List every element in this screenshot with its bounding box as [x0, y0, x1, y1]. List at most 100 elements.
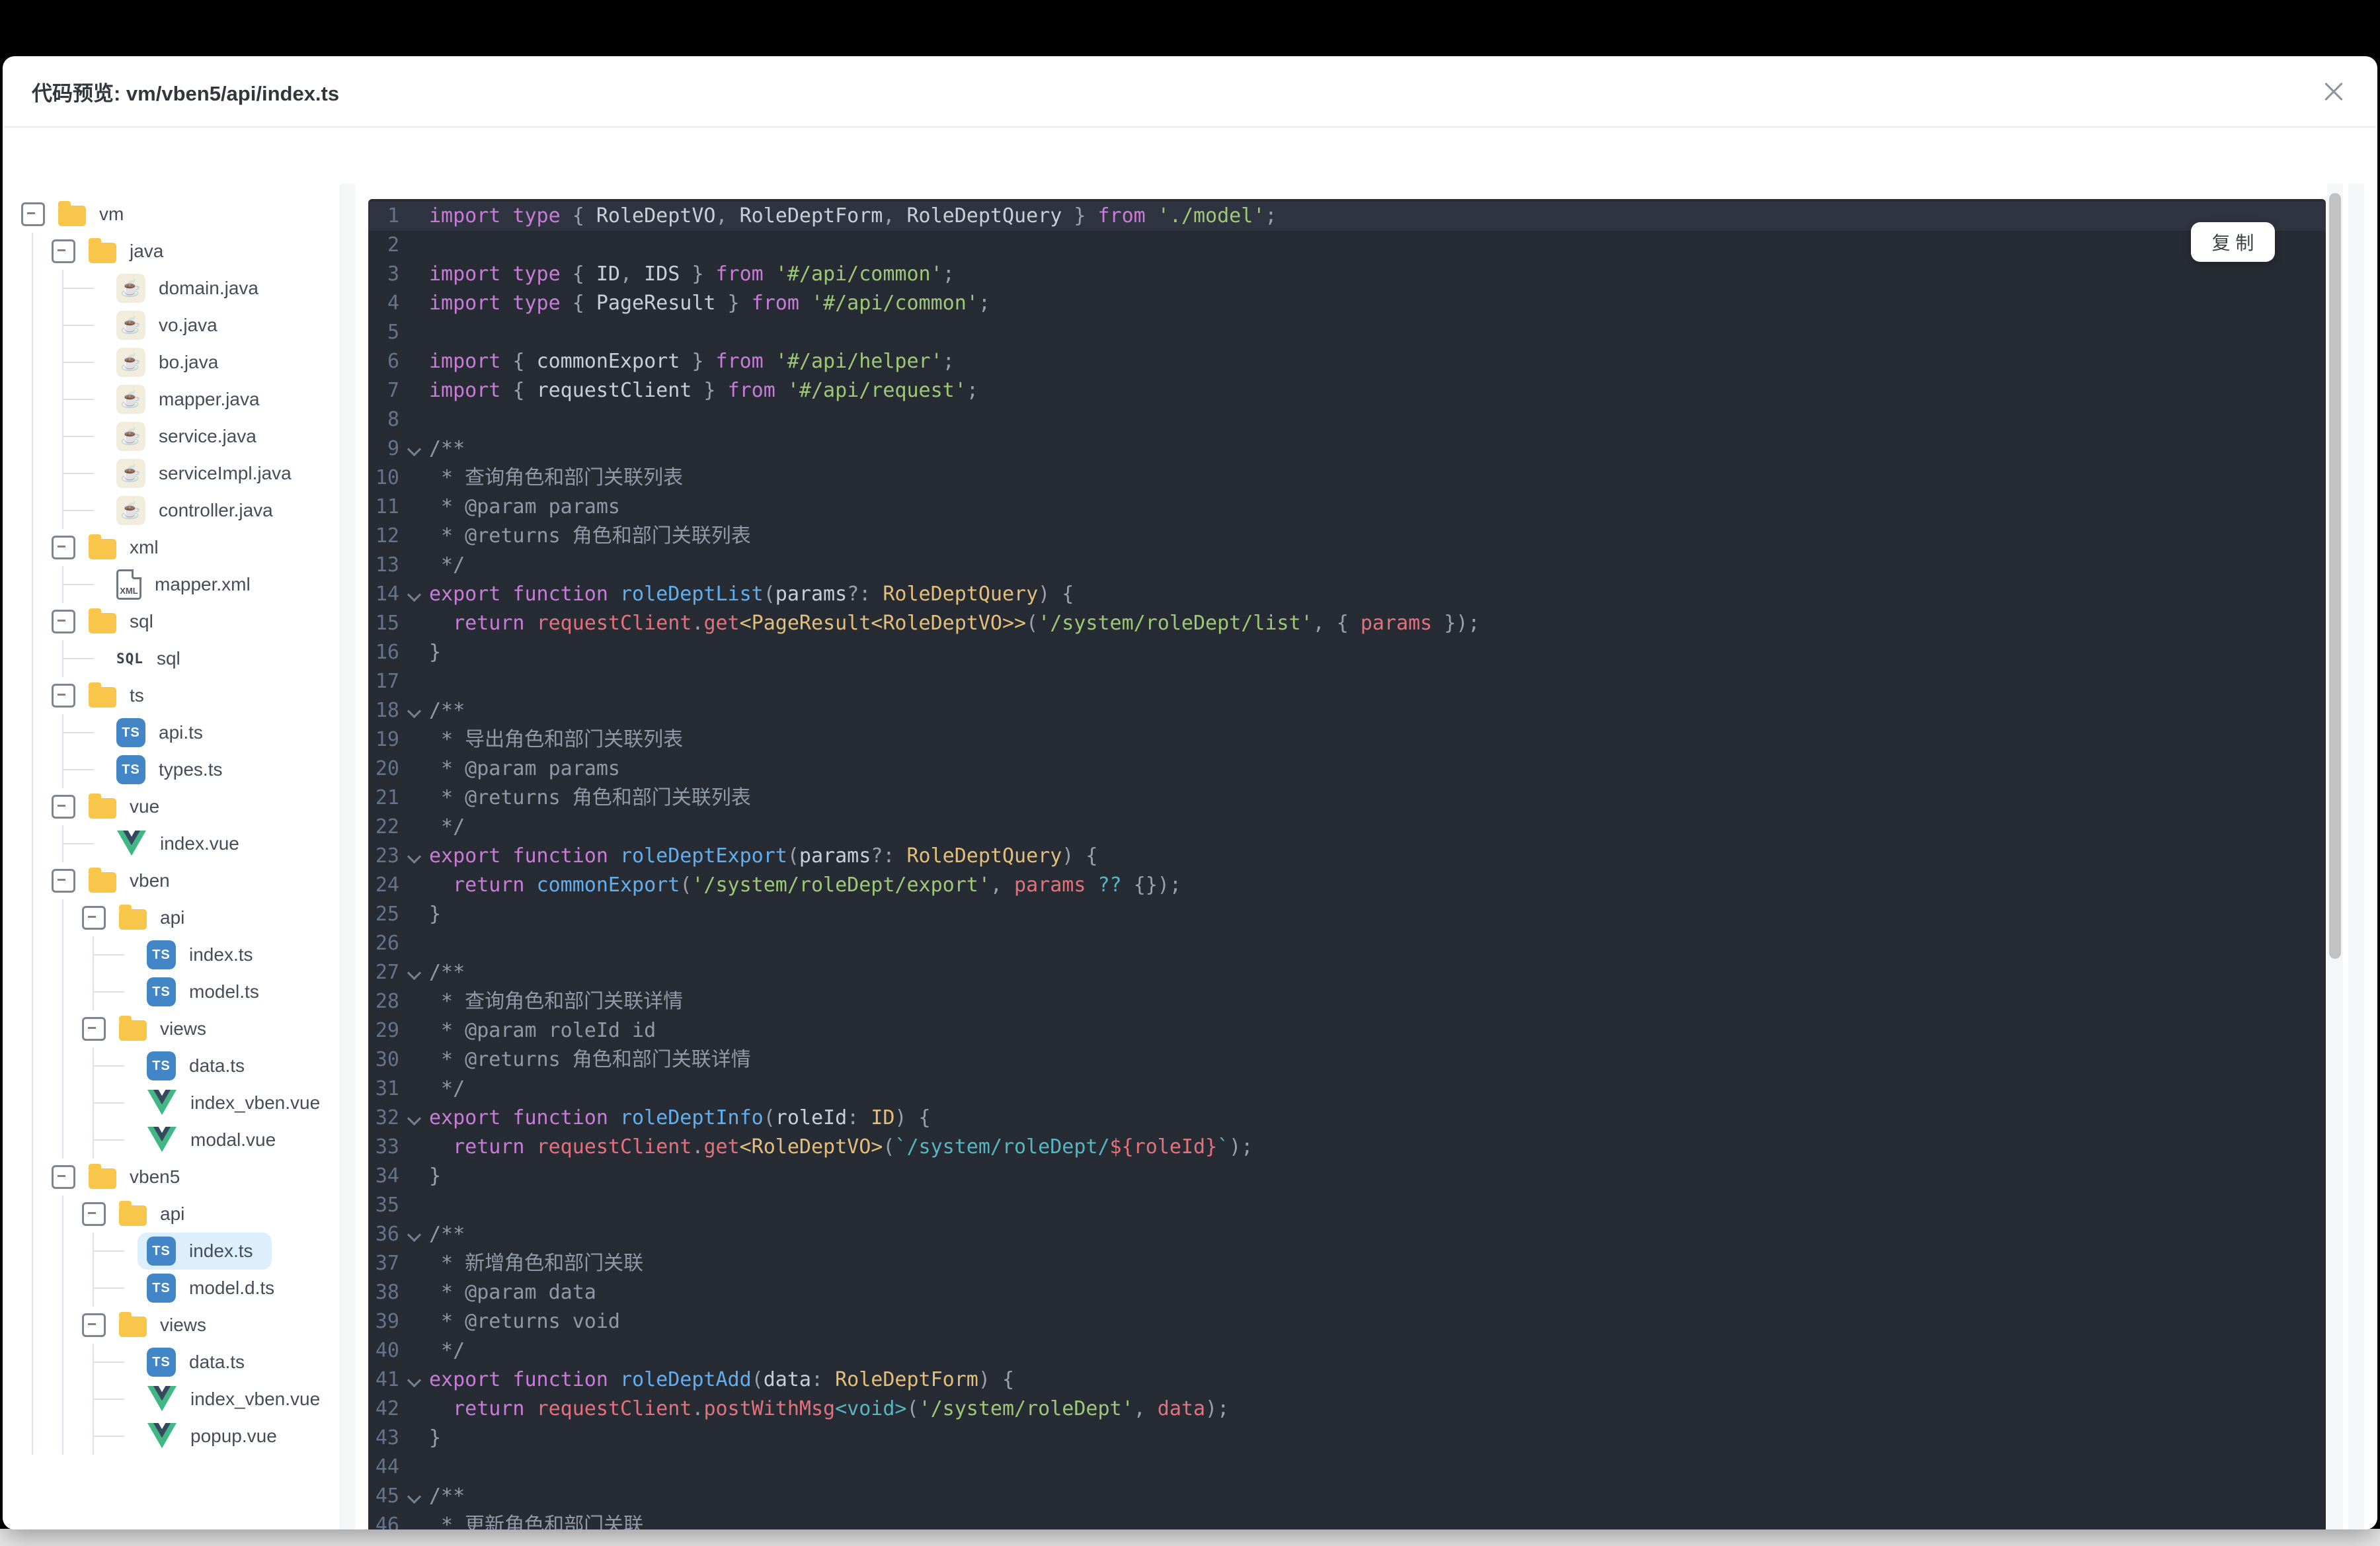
tree-file-index.vue[interactable]: index.vue [116, 825, 338, 862]
tree-file-mapper.xml[interactable]: XML mapper.xml [116, 566, 338, 603]
tree-file-mapper.java[interactable]: ☕ mapper.java [116, 381, 338, 418]
collapse-expander-icon[interactable] [82, 1017, 106, 1041]
collapse-expander-icon[interactable] [52, 1165, 75, 1189]
fold-chevron-icon[interactable] [399, 696, 429, 725]
tree-item[interactable]: java [79, 236, 182, 267]
tree-file-index_vben.vue[interactable]: index_vben.vue [147, 1084, 338, 1121]
tree-item-selected[interactable]: TS index.ts [138, 1233, 272, 1270]
tree-item[interactable]: views [110, 1014, 225, 1045]
tree-item[interactable]: index_vben.vue [138, 1381, 338, 1417]
tree-folder-api[interactable]: api [82, 899, 338, 936]
collapse-expander-icon[interactable] [52, 684, 75, 708]
tree-folder-vben[interactable]: vben [52, 862, 338, 899]
tree-item[interactable]: ts [79, 680, 163, 712]
tree-file-serviceImpl.java[interactable]: ☕ serviceImpl.java [116, 455, 338, 492]
tree-item[interactable]: ☕ mapper.java [107, 381, 278, 418]
code-scrollbar-thumb[interactable] [2329, 193, 2341, 959]
tree-item[interactable]: ☕ serviceImpl.java [107, 455, 310, 492]
collapse-expander-icon[interactable] [52, 536, 75, 559]
tree-item[interactable]: TS index.ts [138, 936, 272, 973]
tree-folder-vm[interactable]: vm [21, 196, 338, 233]
tree-item[interactable]: xml [79, 532, 177, 563]
tree-file-sql[interactable]: SQL sql [116, 640, 338, 677]
code-line: 3 import type { ID, IDS } from '#/api/com… [368, 260, 2326, 289]
collapse-expander-icon[interactable] [52, 795, 75, 819]
tree-file-vo.java[interactable]: ☕ vo.java [116, 307, 338, 344]
tree-item[interactable]: ☕ bo.java [107, 344, 237, 381]
fold-chevron-icon[interactable] [399, 1220, 429, 1249]
tree-item[interactable]: vben [79, 866, 188, 897]
tree-item[interactable]: XML mapper.xml [107, 565, 269, 604]
tree-folder-vben5[interactable]: vben5 [52, 1159, 338, 1196]
close-icon[interactable] [2320, 79, 2347, 105]
tree-file-api.ts[interactable]: TS api.ts [116, 714, 338, 751]
tree-item[interactable]: TS data.ts [138, 1047, 263, 1084]
tree-item[interactable]: SQL sql [107, 644, 199, 673]
tree-folder-views[interactable]: views [82, 1307, 338, 1344]
tree-file-service.java[interactable]: ☕ service.java [116, 418, 338, 455]
tree-folder-sql[interactable]: sql [52, 603, 338, 640]
tree-file-model.ts[interactable]: TS model.ts [147, 973, 338, 1010]
collapse-expander-icon[interactable] [82, 906, 106, 930]
tree-scrollbar-track[interactable] [339, 184, 355, 1529]
tree-file-bo.java[interactable]: ☕ bo.java [116, 344, 338, 381]
collapse-expander-icon[interactable] [52, 239, 75, 263]
tree-item[interactable]: index_vben.vue [138, 1085, 338, 1121]
tree-item[interactable]: views [110, 1310, 225, 1341]
collapse-expander-icon[interactable] [52, 869, 75, 893]
fold-chevron-icon[interactable] [399, 1104, 429, 1133]
tree-file-controller.java[interactable]: ☕ controller.java [116, 492, 338, 529]
tree-file-index_vben.vue[interactable]: index_vben.vue [147, 1381, 338, 1418]
tree-folder-vue[interactable]: vue [52, 788, 338, 825]
fold-chevron-icon[interactable] [399, 1365, 429, 1395]
folder-icon [119, 904, 147, 930]
tree-item[interactable]: TS data.ts [138, 1344, 263, 1381]
tree-item[interactable]: TS model.d.ts [138, 1270, 293, 1307]
tree-file-index.ts[interactable]: TS index.ts [147, 936, 338, 973]
copy-button[interactable]: 复 制 [2191, 222, 2275, 262]
tree-item[interactable]: TS api.ts [107, 714, 221, 751]
tree-item[interactable]: vm [49, 199, 142, 230]
collapse-expander-icon[interactable] [21, 202, 45, 226]
tree-item[interactable]: vben5 [79, 1162, 198, 1193]
tree-item[interactable]: modal.vue [138, 1122, 294, 1158]
tree-folder-ts[interactable]: ts [52, 677, 338, 714]
tree-item[interactable]: ☕ domain.java [107, 270, 277, 307]
fold-chevron-icon[interactable] [399, 434, 429, 464]
tree-file-domain.java[interactable]: ☕ domain.java [116, 270, 338, 307]
tree-folder-api[interactable]: api [82, 1196, 338, 1233]
tree-item[interactable]: popup.vue [138, 1418, 296, 1454]
tree-file-index.ts[interactable]: TS index.ts [138, 1233, 338, 1270]
tree-item[interactable]: TS types.ts [107, 751, 241, 788]
collapse-expander-icon[interactable] [52, 610, 75, 633]
tree-item[interactable]: api [110, 1199, 203, 1230]
tree-file-types.ts[interactable]: TS types.ts [116, 751, 338, 788]
fold-chevron-icon[interactable] [399, 958, 429, 987]
tree-file-modal.vue[interactable]: modal.vue [147, 1121, 338, 1159]
tree-folder-xml[interactable]: xml [52, 529, 338, 566]
fold-chevron-icon[interactable] [399, 580, 429, 609]
tree-item[interactable]: ☕ controller.java [107, 492, 292, 529]
line-number: 6 [387, 350, 399, 373]
tree-folder-java[interactable]: java [52, 233, 338, 270]
tree-item[interactable]: api [110, 903, 203, 934]
dialog-scrollbar-track[interactable] [2348, 184, 2364, 1529]
tree-file-data.ts[interactable]: TS data.ts [147, 1344, 338, 1381]
collapse-expander-icon[interactable] [82, 1202, 106, 1226]
tree-item[interactable]: index.vue [107, 826, 258, 862]
fold-chevron-icon[interactable] [399, 1482, 429, 1511]
tree-item[interactable]: TS model.ts [138, 973, 278, 1010]
tree-file-popup.vue[interactable]: popup.vue [147, 1418, 338, 1455]
tree-item[interactable]: ☕ vo.java [107, 307, 236, 344]
fold-chevron-icon[interactable] [399, 842, 429, 871]
collapse-expander-icon[interactable] [82, 1313, 106, 1337]
fold-gutter [399, 1162, 429, 1191]
vue-file-icon [147, 1126, 177, 1154]
tree-file-data.ts[interactable]: TS data.ts [147, 1047, 338, 1084]
tree-folder-views[interactable]: views [82, 1010, 338, 1047]
tree-file-model.d.ts[interactable]: TS model.d.ts [147, 1270, 338, 1307]
code-scrollbar-track[interactable] [2327, 184, 2343, 1529]
tree-item[interactable]: vue [79, 792, 178, 823]
tree-item[interactable]: ☕ service.java [107, 418, 275, 455]
tree-item[interactable]: sql [79, 606, 172, 637]
